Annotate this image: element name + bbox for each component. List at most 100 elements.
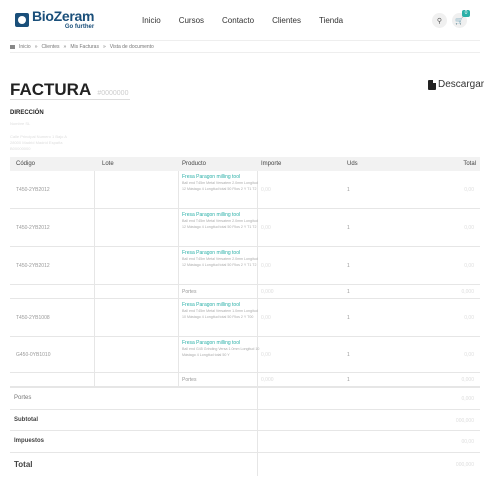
row-price: 0,00 [261,225,271,231]
breadcrumb-separator: » [102,43,106,50]
row-product: Fresa Paragon milling tool Ball end T45m… [182,302,260,320]
totals-row-portes: Portes 0,000 [10,387,480,409]
row-price: 0,000 [261,377,274,383]
breadcrumb-current: Vista de documento [109,43,154,50]
row-code: T450-2YB1008 [16,315,50,321]
invoice-title: FACTURA [10,80,91,99]
row-product: Fresa Paragon milling tool Ball end T45m… [182,250,260,268]
row-price: 0,00 [261,263,271,269]
column-header-lote: Lote [102,161,114,167]
nav-item-clientes[interactable]: Clientes [272,16,301,25]
invoice-lines-table: Código Lote Producto Importe Uds Total T… [10,157,480,387]
home-icon[interactable] [10,44,15,49]
table-row: T450-2YB2012 Fresa Paragon milling tool … [10,247,480,285]
row-price: 0,00 [261,187,271,193]
product-description: Ball end T45m Metal Versatem 1.0mm Longi… [182,309,258,319]
row-total: 0,00 [464,352,474,358]
totals-value: 0,000 [461,396,474,402]
breadcrumb-mis-facturas[interactable]: Mis Facturas [70,44,99,50]
title-divider [10,99,130,100]
cart-button[interactable]: 🛒 0 [452,10,470,28]
logo-icon [15,12,29,27]
breadcrumb-separator: » [63,43,67,50]
row-qty: 1 [347,377,350,383]
cart-icon: 🛒 [455,17,464,25]
row-price: 0,000 [261,289,274,295]
row-total: 0,00 [464,225,474,231]
row-qty: 1 [347,315,350,321]
row-code: T450-2YB2012 [16,187,50,193]
product-description: Ball end T45m Metal Versatem 2.0mm Longi… [182,181,258,191]
table-row: T450-2YB2012 Fresa Paragon milling tool … [10,209,480,247]
table-header: Código Lote Producto Importe Uds Total [10,157,480,171]
address-line: Nombre SL [10,121,31,126]
row-product: Fresa Paragon milling tool Ball end G45 … [182,340,260,358]
main-nav: Inicio Cursos Contacto Clientes Tienda [142,16,361,25]
product-description: Ball end T45m Metal Versatem 2.0mm Longi… [182,257,258,267]
row-product: Fresa Paragon milling tool Ball end T45m… [182,174,260,192]
row-qty: 1 [347,352,350,358]
row-total: 0,00 [464,187,474,193]
nav-item-tienda[interactable]: Tienda [319,16,343,25]
table-row: T450-2YB2012 Fresa Paragon milling tool … [10,171,480,209]
search-button[interactable]: ⚲ [432,13,447,28]
address-label: DIRECCIÓN [10,110,44,116]
row-qty: 1 [347,289,350,295]
row-qty: 1 [347,225,350,231]
logo[interactable]: BioZeram Go further [15,9,94,30]
search-icon: ⚲ [436,17,443,25]
breadcrumb: Inicio » Clientes » Mis Facturas » Vista… [10,40,480,53]
nav-item-inicio[interactable]: Inicio [142,16,161,25]
row-qty: 1 [347,187,350,193]
invoice-totals: Portes 0,000 Subtotal 000,000 Impuestos … [10,387,480,476]
cart-count-badge: 0 [462,10,470,17]
row-price: 0,00 [261,315,271,321]
totals-label: Total [14,460,33,469]
logo-tagline: Go further [64,24,95,30]
column-header-total: Total [463,161,476,167]
download-button[interactable]: Descargar [428,79,484,90]
column-header-producto: Producto [182,161,207,167]
breadcrumb-clientes[interactable]: Clientes [41,44,59,50]
table-row: T450-2YB1008 Fresa Paragon milling tool … [10,299,480,337]
address-line: B00000000 [10,146,31,151]
totals-row-subtotal: Subtotal 000,000 [10,409,480,430]
row-code: T450-2YB2012 [16,263,50,269]
table-row-shipping: Portes 0,000 1 0,000 [10,373,480,387]
breadcrumb-inicio[interactable]: Inicio [19,44,31,50]
address-line: Calle Principal Numero 1 Bajo A [10,134,67,139]
totals-row-total: Total 000,000 [10,452,480,476]
nav-item-contacto[interactable]: Contacto [222,16,254,25]
totals-label: Subtotal [14,417,38,423]
totals-row-impuestos: Impuestos 00,00 [10,430,480,452]
totals-value: 00,00 [461,439,474,445]
row-total: 0,000 [461,377,474,383]
column-header-importe: Importe [261,161,282,167]
breadcrumb-separator: » [34,43,38,50]
totals-value: 000,000 [455,462,474,468]
page-title: FACTURA #0000000 [10,80,128,100]
table-row: G450-0YB1010 Fresa Paragon milling tool … [10,337,480,373]
row-total: 0,00 [464,263,474,269]
column-header-codigo: Código [16,161,36,167]
product-description: Ball end T45m Metal Versatem 2.0mm Longi… [182,219,258,229]
row-product: Portes [182,289,197,295]
row-qty: 1 [347,263,350,269]
download-label: Descargar [438,79,485,90]
pdf-icon [428,79,436,90]
logo-name: BioZeram [32,8,95,24]
row-product: Portes [182,377,197,383]
invoice-number: #0000000 [97,90,129,97]
row-total: 0,00 [464,315,474,321]
totals-label: Impuestos [14,438,45,444]
totals-label: Portes [14,395,32,401]
row-product: Fresa Paragon milling tool Ball end T45m… [182,212,260,230]
column-header-uds: Uds [347,161,358,167]
nav-item-cursos[interactable]: Cursos [179,16,204,25]
site-header: BioZeram Go further Inicio Cursos Contac… [0,0,490,40]
row-total: 0,000 [461,289,474,295]
table-row-shipping: Portes 0,000 1 0,000 [10,285,480,299]
row-price: 0,00 [261,352,271,358]
row-code: T450-2YB2012 [16,225,50,231]
row-code: G450-0YB1010 [16,352,51,358]
